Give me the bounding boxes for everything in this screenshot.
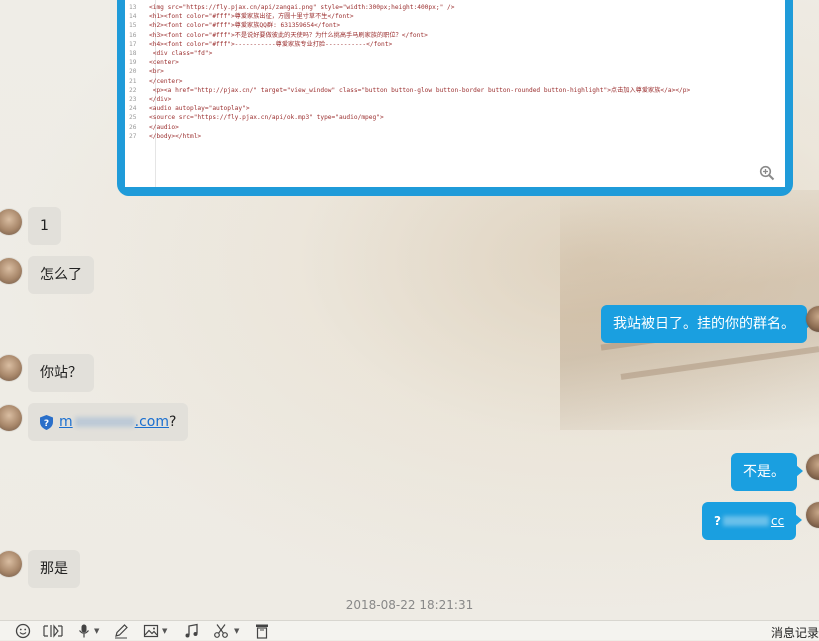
line-number: 25 bbox=[129, 114, 137, 122]
link-url[interactable]: cc bbox=[771, 514, 784, 528]
contact-avatar[interactable] bbox=[0, 551, 22, 577]
code-line: 22 <p><a href="http://pjax.cn/" target="… bbox=[129, 87, 690, 95]
link-url[interactable]: m .com bbox=[59, 414, 169, 430]
code-line: 13 <img src="https://fly.pjax.cn/api/zang… bbox=[129, 4, 454, 12]
code-text: </audio> bbox=[149, 123, 179, 131]
outgoing-message: 不是。 bbox=[731, 453, 803, 491]
line-number: 27 bbox=[129, 132, 137, 140]
line-number: 23 bbox=[129, 96, 137, 103]
code-screenshot: 13 <img src="https://fly.pjax.cn/api/zang… bbox=[125, 0, 785, 187]
contact-avatar[interactable] bbox=[0, 209, 22, 235]
contact-avatar[interactable] bbox=[0, 258, 22, 284]
code-line: 15 <h2><font color="#fff">尊爱家族QQ群: 631359… bbox=[129, 22, 340, 30]
redacted-text bbox=[74, 417, 135, 427]
outgoing-link-message: ? cc bbox=[702, 502, 803, 540]
code-text: <p><a href="http://pjax.cn/" target="vie… bbox=[149, 86, 691, 94]
code-text: </div> bbox=[149, 96, 172, 103]
code-text: <center> bbox=[149, 59, 179, 67]
trash-icon[interactable] bbox=[254, 623, 270, 639]
code-text: <source src="https://fly.pjax.cn/api/ok.… bbox=[149, 114, 384, 122]
contact-avatar[interactable] bbox=[0, 405, 22, 431]
line-number: 16 bbox=[129, 31, 137, 39]
line-number: 21 bbox=[129, 77, 137, 85]
image-icon[interactable] bbox=[143, 623, 159, 639]
line-number: 20 bbox=[129, 68, 137, 76]
link-prefix: ? bbox=[714, 514, 721, 528]
line-number: 22 bbox=[129, 86, 137, 94]
code-line: 26 </audio> bbox=[129, 124, 179, 132]
code-line: 16 <h3><font color="#fff">不是说好要做彼此的天使吗？为什… bbox=[129, 32, 428, 40]
my-avatar[interactable] bbox=[806, 502, 819, 528]
code-line: 19 <center> bbox=[129, 59, 179, 67]
code-line: 17 <h4><font color="#fff">-----------尊爱家族… bbox=[129, 41, 392, 49]
line-number: 26 bbox=[129, 123, 137, 131]
line-number: 13 bbox=[129, 4, 137, 11]
line-number: 19 bbox=[129, 59, 137, 67]
code-line: 18 <div class="fd"> bbox=[129, 50, 212, 58]
smiley-icon[interactable] bbox=[15, 623, 31, 639]
code-screenshot-message[interactable]: 13 <img src="https://fly.pjax.cn/api/zang… bbox=[117, 0, 793, 196]
code-text: <h3><font color="#fff">不是说好要做彼此的天使吗？为什么挑… bbox=[149, 31, 428, 39]
code-text: </center> bbox=[149, 77, 183, 85]
line-number: 15 bbox=[129, 22, 137, 30]
code-text: <h1><font color="#fff">尊爱家族出征，方圆十里寸草不生</… bbox=[149, 13, 354, 21]
code-text: <audio autoplay="autoplay"> bbox=[149, 105, 250, 113]
code-line: 27 </body></html> bbox=[129, 133, 201, 141]
incoming-message: 怎么了 bbox=[28, 256, 94, 294]
code-line: 14 <h1><font color="#fff">尊爱家族出征，方圆十里寸草不生… bbox=[129, 13, 354, 21]
redacted-text bbox=[722, 516, 769, 526]
code-text: <h4><font color="#fff">-----------尊爱家族专业… bbox=[149, 40, 393, 48]
microphone-icon[interactable] bbox=[76, 623, 92, 639]
pen-icon[interactable] bbox=[113, 623, 129, 639]
code-text: <h2><font color="#fff">尊爱家族QQ群: 63135965… bbox=[149, 22, 341, 30]
code-line: 24 <audio autoplay="autoplay"> bbox=[129, 105, 250, 113]
input-toolbar: ▼ ▼ ▼ 消息记录 bbox=[0, 620, 819, 640]
zoom-in-icon[interactable] bbox=[759, 165, 775, 181]
incoming-message: 1 bbox=[28, 207, 61, 245]
contact-avatar[interactable] bbox=[0, 355, 22, 381]
line-number: 14 bbox=[129, 13, 137, 21]
message-timestamp: 2018-08-22 18:21:31 bbox=[345, 598, 474, 612]
svg-text:?: ? bbox=[44, 419, 49, 429]
code-line: 21 </center> bbox=[129, 78, 183, 86]
code-line: 20 <br> bbox=[129, 68, 164, 76]
chevron-down-icon[interactable]: ▼ bbox=[162, 627, 167, 635]
code-text: <div class="fd"> bbox=[149, 50, 213, 57]
code-text: </body></html> bbox=[149, 132, 202, 140]
outgoing-message: 我站被日了。挂的你的群名。 bbox=[601, 305, 813, 343]
code-text: <br> bbox=[149, 68, 164, 76]
music-icon[interactable] bbox=[184, 623, 200, 639]
code-line: 23 </div> bbox=[129, 96, 171, 104]
security-shield-icon: ? bbox=[40, 414, 53, 430]
incoming-link-message: ? m .com? bbox=[28, 403, 189, 441]
incoming-message: 那是 bbox=[28, 550, 80, 588]
line-number: 17 bbox=[129, 40, 137, 48]
screenshot-icon[interactable] bbox=[43, 623, 63, 639]
chat-area: 13 <img src="https://fly.pjax.cn/api/zang… bbox=[0, 0, 819, 620]
my-avatar[interactable] bbox=[806, 454, 819, 480]
scissors-icon[interactable] bbox=[213, 623, 229, 639]
line-number: 24 bbox=[129, 105, 137, 113]
chevron-down-icon[interactable]: ▼ bbox=[234, 627, 239, 635]
line-number: 18 bbox=[129, 50, 137, 57]
code-line: 25 <source src="https://fly.pjax.cn/api/o… bbox=[129, 114, 384, 122]
code-text: <img src="https://fly.pjax.cn/api/zangai… bbox=[149, 4, 455, 11]
message-history-button[interactable]: 消息记录 bbox=[771, 624, 819, 641]
chevron-down-icon[interactable]: ▼ bbox=[94, 627, 99, 635]
incoming-message: 你站？ bbox=[28, 354, 94, 392]
